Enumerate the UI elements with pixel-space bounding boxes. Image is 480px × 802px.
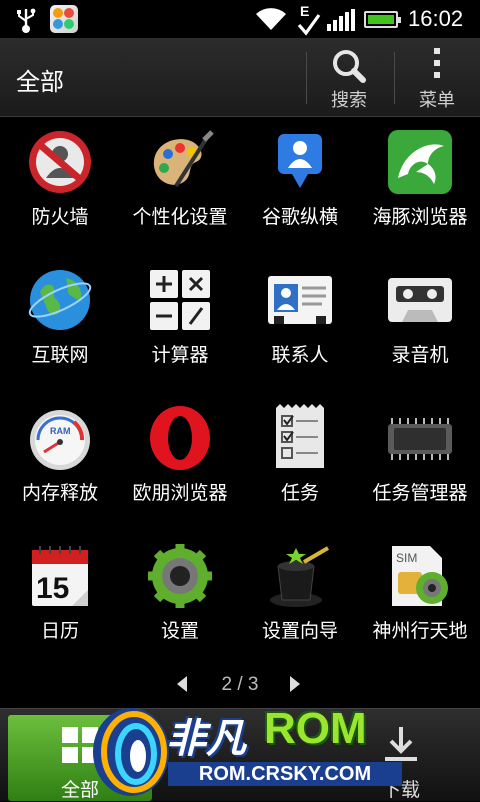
dolphin-browser-icon: [388, 130, 452, 194]
ram-gauge-icon: RAM: [30, 410, 90, 470]
app-label: 任务管理器: [372, 482, 468, 504]
calculator-icon: [150, 270, 210, 330]
app-internet[interactable]: 互联网: [0, 256, 120, 394]
menu-label: 菜单: [419, 90, 455, 111]
app-label: 个性化设置: [132, 206, 228, 228]
svg-text:RAM: RAM: [50, 426, 71, 436]
app-settings[interactable]: 设置: [120, 532, 240, 670]
app-label: 神州行天地: [372, 620, 468, 642]
sim-toolkit-icon: SIM: [392, 546, 448, 606]
status-time: 16:02: [408, 6, 464, 31]
sim-card-text: SIM: [396, 551, 417, 565]
search-label: 搜索: [331, 90, 367, 111]
app-label: 录音机: [391, 344, 449, 366]
page-title: 全部: [16, 68, 64, 96]
app-label: 设置向导: [261, 620, 338, 642]
calendar-icon: 15: [32, 546, 88, 606]
settings-gear-icon: [148, 544, 212, 608]
page-indicator: 2 / 3: [0, 672, 480, 702]
wifi-icon: [256, 8, 286, 30]
app-tasks[interactable]: 任务: [240, 394, 360, 532]
app-label: 设置: [160, 620, 199, 642]
app-label: 谷歌纵横: [261, 206, 338, 228]
app-firewall[interactable]: 防火墙: [0, 118, 120, 256]
app-sim-toolkit[interactable]: SIM 神州行天地: [360, 532, 480, 670]
app-label: 日历: [40, 620, 79, 642]
menu-button[interactable]: 菜单: [394, 38, 480, 116]
edge-icon: E: [297, 3, 321, 36]
previous-page-arrow-icon[interactable]: [177, 676, 187, 692]
calendar-day: 15: [36, 572, 69, 605]
app-label: 任务: [280, 482, 319, 504]
search-button[interactable]: 搜索: [306, 38, 392, 116]
app-personalize[interactable]: 个性化设置: [120, 118, 240, 256]
signal-icon: [327, 9, 355, 31]
app-label: 欧朋浏览器: [132, 482, 228, 504]
app-calendar[interactable]: 15 日历: [0, 532, 120, 670]
app-label: 防火墙: [31, 206, 89, 228]
app-opera-browser[interactable]: 欧朋浏览器: [120, 394, 240, 532]
watermark-swirl-logo: [93, 708, 169, 796]
app-label: 联系人: [271, 344, 329, 366]
app-setup-wizard[interactable]: 设置向导: [240, 532, 360, 670]
watermark-brand: 非凡: [166, 716, 246, 762]
google-latitude-icon: [278, 134, 322, 188]
recorder-cassette-icon: [388, 278, 452, 322]
personalize-palette-icon: [153, 130, 214, 188]
battery-icon: [364, 11, 401, 28]
app-recorder[interactable]: 录音机: [360, 256, 480, 394]
network-type-text: E: [300, 3, 309, 19]
internet-globe-icon: [28, 270, 92, 330]
app-google-latitude[interactable]: 谷歌纵横: [240, 118, 360, 256]
overflow-menu-icon: [434, 48, 440, 78]
tasks-checklist-icon: [276, 404, 324, 468]
firewall-icon: [29, 131, 91, 193]
app-dolphin-browser[interactable]: 海豚浏览器: [360, 118, 480, 256]
app-label: 互联网: [31, 344, 89, 366]
search-icon: [333, 50, 366, 83]
crsky-watermark: 非凡 ROM ROM.CRSKY.COM: [86, 700, 406, 800]
next-page-arrow-icon[interactable]: [290, 676, 300, 692]
status-bar: E 16:02: [0, 0, 480, 38]
task-manager-chip-icon: [388, 418, 452, 460]
app-label: 计算器: [151, 344, 209, 366]
setup-wizard-hat-icon: [270, 546, 330, 607]
app-label: 内存释放: [21, 482, 98, 504]
usb-icon: [17, 8, 36, 33]
watermark-url: ROM.CRSKY.COM: [168, 762, 402, 786]
app-label: 海豚浏览器: [372, 206, 468, 228]
app-notification-icon: [50, 5, 78, 33]
watermark-rom: ROM: [264, 704, 367, 753]
page-counter: 2 / 3: [221, 674, 259, 695]
app-ram-release[interactable]: RAM 内存释放: [0, 394, 120, 532]
app-task-manager[interactable]: 任务管理器: [360, 394, 480, 532]
app-drawer-header: 全部 搜索 菜单: [0, 38, 480, 117]
contacts-card-icon: [268, 276, 332, 324]
app-contacts[interactable]: 联系人: [240, 256, 360, 394]
app-calculator[interactable]: 计算器: [120, 256, 240, 394]
opera-browser-icon: [150, 406, 210, 470]
